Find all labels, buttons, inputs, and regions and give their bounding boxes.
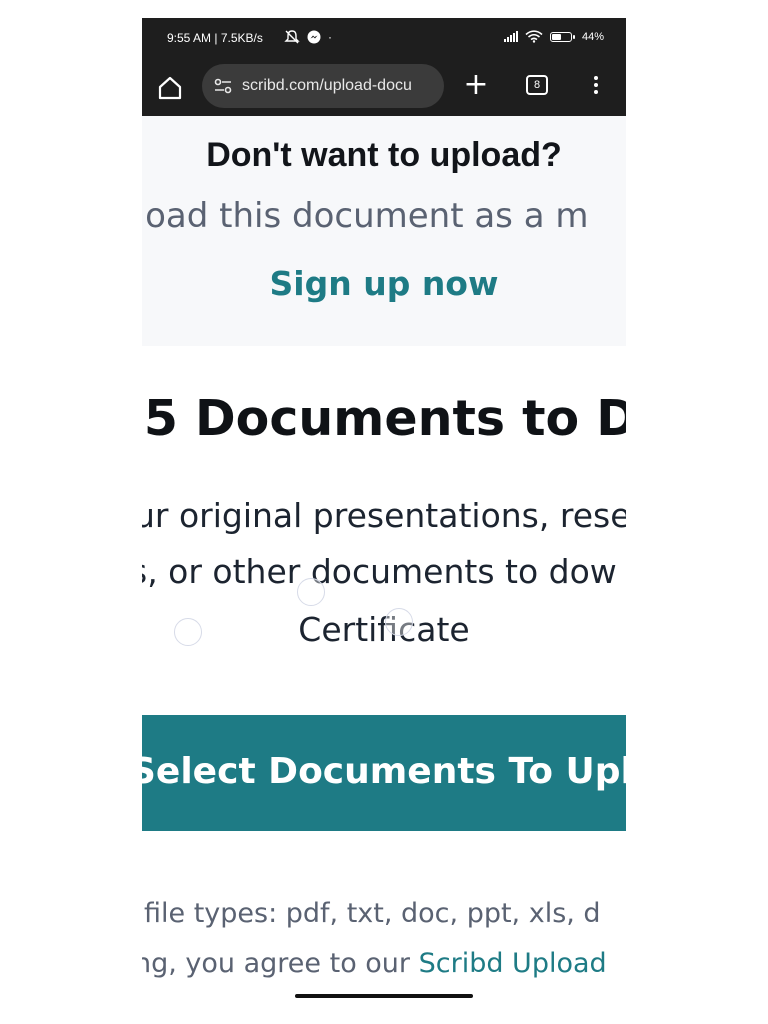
upload-title: l 5 Documents to Do xyxy=(142,390,626,447)
battery-percent: 44% xyxy=(581,30,604,43)
upload-terms-link[interactable]: Scribd Upload xyxy=(419,948,607,979)
status-time: 9:55 AM | 7.5KB/s xyxy=(167,31,263,45)
tab-count: 8 xyxy=(533,79,541,91)
browser-toolbar: scribd.com/upload-docu + 8 xyxy=(142,60,626,116)
status-bar: 9:55 AM | 7.5KB/s · 44% xyxy=(142,18,626,60)
more-notifications-dot: · xyxy=(328,30,332,44)
plus-icon[interactable]: + xyxy=(462,70,490,100)
messenger-icon xyxy=(307,30,321,44)
url-text[interactable]: scribd.com/upload-docu xyxy=(242,77,412,95)
phone-screen: 9:55 AM | 7.5KB/s · 44% scribd.com/uploa… xyxy=(142,18,626,1024)
touch-indicator xyxy=(385,608,413,636)
touch-indicator xyxy=(174,618,202,646)
promo-section: Don't want to upload? vnload this docume… xyxy=(142,116,626,346)
upload-description-line: Certificate xyxy=(298,610,470,649)
sign-up-link[interactable]: Sign up now xyxy=(142,264,626,303)
tabs-icon[interactable]: 8 xyxy=(526,75,548,95)
silent-icon xyxy=(284,30,300,44)
promo-subtitle: vnload this document as a m xyxy=(142,196,589,236)
file-types-text: file types: pdf, txt, doc, ppt, xls, d xyxy=(144,898,601,929)
upload-description-line: ur original presentations, rese xyxy=(142,496,626,535)
upload-description-line: s, or other documents to dow xyxy=(142,552,617,591)
menu-icon[interactable] xyxy=(588,73,604,101)
promo-title: Don't want to upload? xyxy=(206,136,562,174)
home-icon[interactable] xyxy=(156,74,184,102)
select-documents-button[interactable]: Select Documents To Uplo xyxy=(142,715,626,831)
signal-icon xyxy=(503,31,518,42)
select-documents-label: Select Documents To Uplo xyxy=(142,751,626,792)
agreement-prefix: ng, you agree to our xyxy=(142,948,419,979)
battery-icon xyxy=(549,31,575,42)
touch-indicator xyxy=(297,578,325,606)
address-bar[interactable]: scribd.com/upload-docu xyxy=(202,64,444,108)
status-notification-icons: · xyxy=(284,30,332,44)
agreement-text: ng, you agree to our Scribd Upload xyxy=(142,948,607,979)
site-settings-icon[interactable] xyxy=(212,75,234,97)
status-system-icons: 44% xyxy=(503,30,604,43)
home-indicator[interactable] xyxy=(295,994,473,998)
wifi-icon xyxy=(525,30,543,43)
